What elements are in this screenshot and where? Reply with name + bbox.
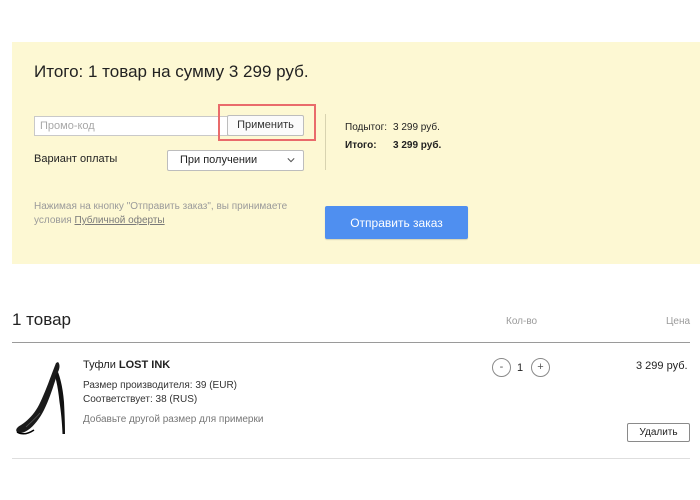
apply-promo-button[interactable]: Применить xyxy=(227,115,304,136)
add-size-link[interactable]: Добавьте другой размер для примерки xyxy=(83,414,263,425)
submit-order-button[interactable]: Отправить заказ xyxy=(325,206,468,239)
public-offer-link[interactable]: Публичной оферты xyxy=(75,215,165,226)
qty-increase-button[interactable]: + xyxy=(531,358,550,377)
legal-notice: Нажимая на кнопку "Отправить заказ", вы … xyxy=(34,200,314,228)
payment-method-label: Вариант оплаты xyxy=(34,153,118,165)
product-brand: LOST INK xyxy=(118,359,171,371)
order-summary-panel: Итого: 1 товар на сумму 3 299 руб. Приме… xyxy=(12,42,700,264)
payment-method-value: При получении xyxy=(180,154,258,166)
column-header-price: Цена xyxy=(666,316,691,327)
subtotal-value: 3 299 руб. xyxy=(393,121,440,133)
qty-value: 1 xyxy=(517,362,524,374)
totals-block: Подытог: 3 299 руб. Итого: 3 299 руб. xyxy=(345,118,441,154)
high-heel-shoe-icon[interactable] xyxy=(14,358,72,438)
cart-bottom-divider xyxy=(12,458,690,459)
qty-decrease-button[interactable]: - xyxy=(492,358,511,377)
product-name[interactable]: Туфли LOST INK xyxy=(83,359,170,371)
product-size-match: Соответствует: 38 (RUS) xyxy=(83,394,198,405)
remove-item-button[interactable]: Удалить xyxy=(627,423,690,442)
product-type: Туфли xyxy=(83,359,119,371)
order-total-title: Итого: 1 товар на сумму 3 299 руб. xyxy=(34,62,309,81)
column-header-qty: Кол-во xyxy=(506,316,538,327)
payment-method-select[interactable]: При получении xyxy=(167,150,304,171)
product-size: Размер производителя: 39 (EUR) xyxy=(83,380,237,391)
total-value: 3 299 руб. xyxy=(393,139,442,151)
total-row: Итого: 3 299 руб. xyxy=(345,136,441,154)
subtotal-label: Подытог: xyxy=(345,121,388,133)
subtotal-row: Подытог: 3 299 руб. xyxy=(345,118,441,136)
summary-divider xyxy=(325,114,326,170)
cart-title: 1 товар xyxy=(12,310,71,329)
promo-code-input[interactable] xyxy=(34,116,228,136)
chevron-down-icon xyxy=(287,158,295,163)
cart-header-divider xyxy=(12,342,690,343)
item-price: 3 299 руб. xyxy=(636,360,688,372)
total-label: Итого: xyxy=(345,139,377,151)
